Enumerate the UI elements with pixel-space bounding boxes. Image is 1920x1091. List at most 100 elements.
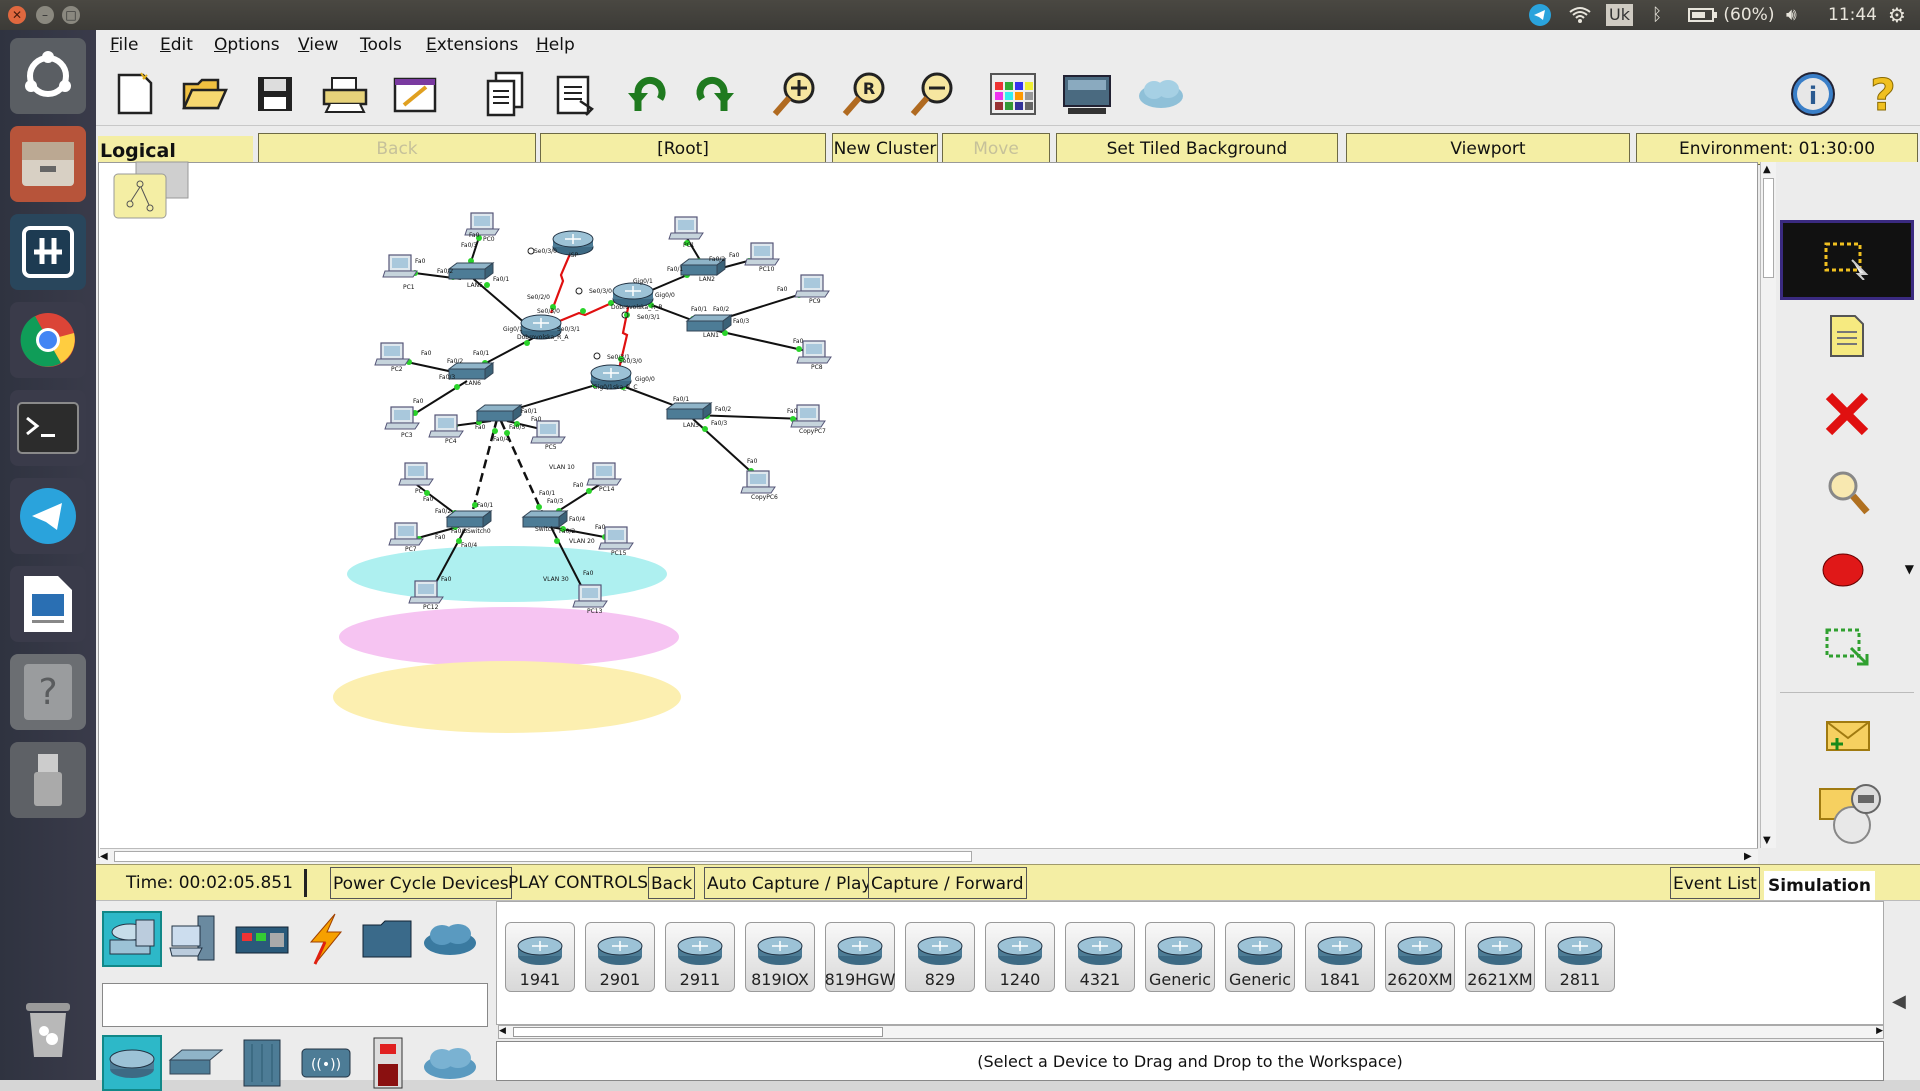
auto-capture-play-button[interactable]: Auto Capture / Play	[704, 867, 875, 899]
scroll-right-icon[interactable]: ▶	[1876, 1026, 1883, 1036]
workspace-vertical-scrollbar[interactable]: ▲ ▼	[1760, 162, 1776, 848]
model-1941[interactable]: 1941	[505, 922, 575, 992]
model-1240[interactable]: 1240	[985, 922, 1055, 992]
activity-wizard-icon[interactable]	[388, 68, 442, 120]
root-button[interactable]: [Root]	[540, 133, 826, 165]
save-icon[interactable]	[248, 68, 302, 120]
vertical-scroll-thumb[interactable]	[1763, 178, 1774, 278]
open-folder-icon[interactable]	[178, 68, 232, 120]
hubs-subcategory-icon[interactable]	[232, 1035, 292, 1091]
model-1841[interactable]: 1841	[1305, 922, 1375, 992]
menu-edit[interactable]: Edit	[160, 30, 193, 60]
menu-tools[interactable]: Tools	[360, 30, 402, 60]
model-819iox[interactable]: 819IOX	[745, 922, 815, 992]
draw-ellipse-tool-icon[interactable]: ▼	[1780, 532, 1914, 608]
palette-icon[interactable]	[986, 68, 1040, 120]
security-subcategory-icon[interactable]	[358, 1035, 418, 1091]
packet-tracer-app-icon[interactable]	[10, 214, 86, 290]
ubuntu-dash-icon[interactable]	[10, 38, 86, 114]
model-819hgw[interactable]: 819HGW	[825, 922, 895, 992]
files-icon[interactable]	[10, 126, 86, 202]
libreoffice-writer-icon[interactable]	[10, 566, 86, 642]
power-cycle-devices-button[interactable]: Power Cycle Devices	[330, 867, 512, 899]
clock[interactable]: 11:44	[1828, 0, 1877, 30]
environment-button[interactable]: Environment: 01:30:00	[1636, 133, 1918, 165]
device-search-input[interactable]	[102, 983, 488, 1027]
zoom-reset-icon[interactable]: R	[838, 68, 892, 120]
model-829[interactable]: 829	[905, 922, 975, 992]
viewport-button[interactable]: Viewport	[1346, 133, 1630, 165]
scroll-right-icon[interactable]: ▶	[1744, 851, 1756, 863]
usb-drive-icon[interactable]	[10, 742, 86, 818]
switches-subcategory-icon[interactable]	[166, 1035, 226, 1091]
window-close-button[interactable]: ✕	[8, 6, 26, 24]
scroll-left-icon[interactable]: ◀	[100, 851, 112, 863]
multiuser-category-icon[interactable]	[420, 911, 480, 967]
switch-devices[interactable]	[446, 258, 732, 528]
window-maximize-button[interactable]: □	[62, 6, 80, 24]
trash-icon[interactable]	[10, 992, 86, 1068]
components-category-icon[interactable]	[232, 911, 292, 967]
note-tool-icon[interactable]	[1780, 298, 1914, 374]
routers-subcategory-icon[interactable]	[102, 1035, 162, 1091]
model-2621xm[interactable]: 2621XM	[1465, 922, 1535, 992]
end-devices-category-icon[interactable]	[166, 911, 226, 967]
network-devices-category-icon[interactable]	[102, 911, 162, 967]
model-2811[interactable]: 2811	[1545, 922, 1615, 992]
custom-device-icon[interactable]	[1060, 68, 1114, 120]
topology-canvas[interactable]: PC1 PC0 PC1 PC10 PC9 PC8 PC2 PC3 PC4 PC5…	[99, 163, 1758, 858]
connections-category-icon[interactable]	[296, 911, 356, 967]
window-minimize-button[interactable]: –	[36, 6, 54, 24]
volume-icon[interactable]: 🔊︎	[1786, 0, 1797, 30]
cloud-icon[interactable]	[1134, 68, 1188, 120]
chevron-down-icon[interactable]: ▼	[1905, 562, 1914, 576]
new-file-icon[interactable]	[108, 68, 162, 120]
model-generic-1[interactable]: Generic	[1145, 922, 1215, 992]
add-complex-pdu-icon[interactable]	[1780, 772, 1914, 848]
select-tool-icon[interactable]	[1780, 220, 1914, 300]
print-icon[interactable]	[318, 68, 372, 120]
wifi-icon[interactable]	[1568, 0, 1592, 30]
model-2620xm[interactable]: 2620XM	[1385, 922, 1455, 992]
zoom-out-icon[interactable]	[906, 68, 960, 120]
model-generic-2[interactable]: Generic	[1225, 922, 1295, 992]
wireless-devices-subcategory-icon[interactable]: ((•))	[296, 1035, 356, 1091]
help-question-icon[interactable]: ?	[1856, 68, 1910, 120]
delete-tool-icon[interactable]	[1780, 376, 1914, 452]
settings-gear-icon[interactable]: ⚙	[1888, 0, 1906, 30]
logical-view-icon[interactable]	[112, 160, 192, 220]
workspace-horizontal-scrollbar[interactable]: ◀ ▶	[100, 848, 1758, 864]
undo-icon[interactable]	[620, 68, 674, 120]
model-4321[interactable]: 4321	[1065, 922, 1135, 992]
telegram-tray-icon[interactable]	[1528, 0, 1552, 30]
menu-file[interactable]: File	[110, 30, 138, 60]
help-icon[interactable]: ?	[10, 654, 86, 730]
menu-help[interactable]: Help	[536, 30, 575, 60]
new-cluster-button[interactable]: New Cluster	[832, 133, 938, 165]
menu-view[interactable]: View	[298, 30, 338, 60]
zoom-in-icon[interactable]	[768, 68, 822, 120]
copy-icon[interactable]	[478, 68, 532, 120]
miscellaneous-category-icon[interactable]	[358, 911, 418, 967]
battery-indicator[interactable]: (60%)	[1688, 0, 1774, 30]
model-2901[interactable]: 2901	[585, 922, 655, 992]
inspect-tool-icon[interactable]	[1780, 454, 1914, 530]
move-object-button[interactable]: Move Object	[942, 133, 1050, 189]
model-list-scrollbar[interactable]: ◀ ▶	[498, 1025, 1884, 1039]
panel-collapse-icon[interactable]: ◀	[1892, 991, 1906, 1012]
info-icon[interactable]: i	[1786, 68, 1840, 120]
bluetooth-icon[interactable]: ᛒ	[1652, 0, 1662, 30]
menu-options[interactable]: Options	[214, 30, 280, 60]
menu-extensions[interactable]: Extensions	[426, 30, 518, 60]
telegram-icon[interactable]	[10, 478, 86, 554]
set-tiled-background-button[interactable]: Set Tiled Background	[1056, 133, 1338, 165]
chrome-icon[interactable]	[10, 302, 86, 378]
keyboard-layout-indicator[interactable]: Uk	[1606, 4, 1633, 26]
model-scroll-thumb[interactable]	[513, 1027, 883, 1037]
scroll-down-icon[interactable]: ▼	[1763, 835, 1771, 846]
model-2911[interactable]: 2911	[665, 922, 735, 992]
event-list-button[interactable]: Event List	[1670, 867, 1760, 899]
logical-workspace[interactable]: PC1 PC0 PC1 PC10 PC9 PC8 PC2 PC3 PC4 PC5…	[98, 162, 1758, 858]
scroll-up-icon[interactable]: ▲	[1763, 164, 1771, 175]
back-button[interactable]: Back	[258, 133, 536, 165]
